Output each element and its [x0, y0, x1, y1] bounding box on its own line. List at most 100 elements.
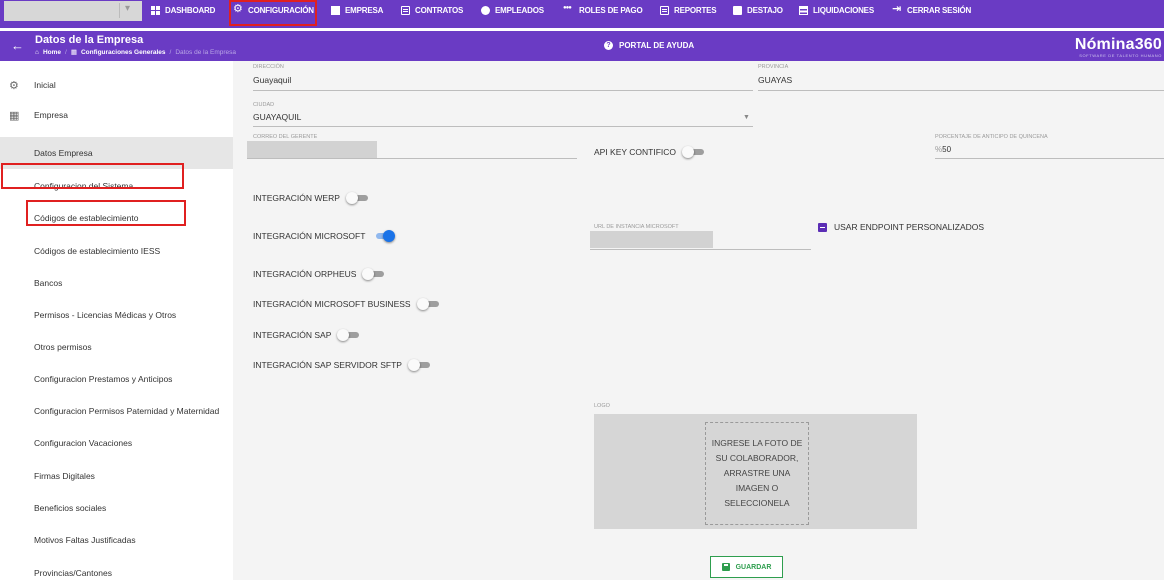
- integracion-orpheus-label: INTEGRACIÓN ORPHEUS: [253, 269, 357, 279]
- save-button[interactable]: GUARDAR: [710, 556, 783, 578]
- direccion-label: DIRECCIÓN: [253, 64, 284, 70]
- save-icon: [721, 563, 730, 571]
- sidebar-item-beneficios-sociales[interactable]: Beneficios sociales: [0, 492, 233, 524]
- breadcrumb-current: Datos de la Empresa: [175, 48, 237, 56]
- logout-icon: [892, 2, 902, 15]
- chevron-down-icon[interactable]: ▾: [125, 3, 130, 14]
- breadcrumb-separator: /: [65, 48, 67, 56]
- sidebar-item-label: Configuracion Permisos Paternidad y Mate…: [34, 406, 220, 416]
- nav-liquidaciones-label: LIQUIDACIONES: [813, 5, 874, 15]
- url-microsoft-input[interactable]: [590, 231, 713, 248]
- integracion-sap-sftp-label: INTEGRACIÓN SAP SERVIDOR SFTP: [253, 360, 402, 370]
- api-key-contifico-row: API KEY CONTIFICO: [594, 146, 706, 158]
- nav-liquidaciones[interactable]: LIQUIDACIONES: [799, 0, 874, 20]
- direccion-underline: [253, 90, 753, 91]
- sidebar-item-faltas-justificadas[interactable]: Motivos Faltas Justificadas: [0, 524, 233, 556]
- sidebar-item-label: Configuracion Prestamos y Anticipos: [34, 374, 173, 384]
- sidebar-item-otros-permisos[interactable]: Otros permisos: [0, 331, 233, 363]
- sidebar-item-inicial[interactable]: ⚙ Inicial: [0, 69, 233, 101]
- logo-dropzone[interactable]: INGRESE LA FOTO DE SU COLABORADOR, ARRAS…: [594, 414, 917, 529]
- sidebar-item-permisos-licencias[interactable]: Permisos - Licencias Médicas y Otros: [0, 299, 233, 331]
- breadcrumb-config[interactable]: Configuraciones Generales: [81, 49, 166, 56]
- url-microsoft-underline: [590, 249, 811, 250]
- highlight-configuracion: [229, 0, 317, 26]
- page-header: ← Datos de la Empresa ⌂ Home / ▦ Configu…: [0, 31, 1164, 61]
- integracion-microsoft-business-toggle[interactable]: [416, 298, 441, 310]
- list-icon: [799, 5, 808, 15]
- report-icon: [660, 5, 669, 15]
- nav-destajo[interactable]: DESTAJO: [733, 0, 783, 20]
- sidebar-item-empresa[interactable]: ▦ Empresa: [0, 99, 233, 131]
- ciudad-select[interactable]: GUAYAQUIL: [253, 112, 301, 122]
- sidebar-item-prestamos-anticipos[interactable]: Configuracion Prestamos y Anticipos: [0, 363, 233, 395]
- help-portal-link[interactable]: ? PORTAL DE AYUDA: [604, 41, 694, 50]
- sidebar-item-label: Permisos - Licencias Médicas y Otros: [34, 310, 177, 320]
- dashboard-icon: [151, 5, 160, 15]
- sidebar-item-vacaciones[interactable]: Configuracion Vacaciones: [0, 427, 233, 459]
- nav-destajo-label: DESTAJO: [747, 5, 783, 15]
- sidebar-item-label: Beneficios sociales: [34, 503, 107, 513]
- porcentaje-anticipo-value: 50: [942, 145, 952, 154]
- integracion-sap-sftp-toggle[interactable]: [407, 359, 432, 371]
- employee-icon: [481, 5, 490, 15]
- sidebar-item-label: Motivos Faltas Justificadas: [34, 535, 136, 545]
- company-selector[interactable]: ▾: [4, 1, 142, 21]
- nav-roles-de-pago[interactable]: ROLES DE PAGO: [563, 0, 643, 20]
- sidebar-item-label: Provincias/Cantones: [34, 568, 112, 578]
- back-arrow-icon[interactable]: ←: [11, 38, 24, 53]
- sidebar-item-label: Bancos: [34, 278, 63, 288]
- logo-dropzone-text: INGRESE LA FOTO DE SU COLABORADOR, ARRAS…: [705, 422, 809, 525]
- building-icon: ▦: [9, 109, 20, 122]
- integracion-sap-sftp-row: INTEGRACIÓN SAP SERVIDOR SFTP: [253, 359, 432, 371]
- direccion-input[interactable]: Guayaquil: [253, 75, 291, 85]
- sidebar: ⚙ Inicial ▦ Empresa Datos Empresa Configur…: [0, 61, 233, 580]
- sidebar-item-bancos[interactable]: Bancos: [0, 267, 233, 299]
- correo-gerente-label: CORREO DEL GERENTE: [253, 134, 318, 140]
- sidebar-item-firmas-digitales[interactable]: Firmas Digitales: [0, 460, 233, 492]
- nav-empresa[interactable]: EMPRESA: [331, 0, 383, 20]
- integracion-microsoft-label: INTEGRACIÓN MICROSOFT: [253, 231, 366, 241]
- nav-cerrar-sesion[interactable]: CERRAR SESIÓN: [892, 0, 971, 20]
- integracion-werp-row: INTEGRACIÓN WERP: [253, 192, 370, 204]
- gear-icon: ⚙: [9, 79, 19, 92]
- endpoint-checkbox[interactable]: [818, 222, 827, 232]
- logo-label: LOGO: [594, 403, 610, 409]
- endpoint-personalizados-row[interactable]: USAR ENDPOINT PERSONALIZADOS: [818, 222, 984, 232]
- highlight-datos-empresa: [26, 200, 186, 226]
- sidebar-item-paternidad-maternidad[interactable]: Configuracion Permisos Paternidad y Mate…: [0, 395, 233, 427]
- integracion-sap-toggle[interactable]: [337, 329, 361, 341]
- api-key-contifico-toggle[interactable]: [682, 146, 706, 158]
- page-title: Datos de la Empresa: [35, 34, 144, 46]
- sidebar-item-label: Códigos de establecimiento IESS: [34, 246, 161, 256]
- nav-contratos-label: CONTRATOS: [415, 5, 464, 15]
- endpoint-personalizados-label: USAR ENDPOINT PERSONALIZADOS: [834, 222, 985, 232]
- sidebar-item-label: Datos Empresa: [34, 148, 93, 158]
- sidebar-item-codigos-iess[interactable]: Códigos de establecimiento IESS: [0, 235, 233, 267]
- nav-empleados[interactable]: EMPLEADOS: [481, 0, 544, 20]
- integracion-microsoft-toggle[interactable]: [371, 230, 396, 242]
- main-content: DIRECCIÓN Guayaquil PROVINCIA GUAYAS CIU…: [233, 61, 1164, 580]
- integracion-sap-row: INTEGRACIÓN SAP: [253, 329, 361, 341]
- correo-gerente-input[interactable]: [247, 141, 377, 158]
- nav-dashboard-label: DASHBOARD: [165, 5, 216, 15]
- nav-contratos[interactable]: CONTRATOS: [401, 0, 463, 20]
- nav-empresa-label: EMPRESA: [345, 5, 384, 15]
- home-icon: ⌂: [35, 48, 39, 56]
- sidebar-item-label: Inicial: [34, 80, 56, 90]
- integracion-orpheus-toggle[interactable]: [362, 268, 386, 280]
- integracion-werp-toggle[interactable]: [345, 192, 370, 204]
- integracion-orpheus-row: INTEGRACIÓN ORPHEUS: [253, 268, 386, 280]
- sidebar-item-label: Firmas Digitales: [34, 471, 95, 481]
- nav-reportes[interactable]: REPORTES: [660, 0, 717, 20]
- nav-reportes-label: REPORTES: [674, 5, 717, 15]
- brand-tagline: SOFTWARE DE TALENTO HUMANO: [1079, 53, 1162, 58]
- nav-dashboard[interactable]: DASHBOARD: [151, 0, 215, 20]
- breadcrumb: ⌂ Home / ▦ Configuraciones Generales / D…: [35, 48, 237, 57]
- url-microsoft-label: URL DE INSTANCIA MICROSOFT: [594, 224, 679, 230]
- chevron-down-icon[interactable]: ▼: [743, 114, 750, 121]
- provincia-input[interactable]: GUAYAS: [758, 75, 792, 85]
- sidebar-item-provincias-cantones[interactable]: Provincias/Cantones: [0, 557, 233, 580]
- porcentaje-anticipo-input[interactable]: %50: [935, 145, 951, 154]
- breadcrumb-separator: /: [169, 48, 172, 56]
- breadcrumb-home[interactable]: Home: [43, 49, 61, 56]
